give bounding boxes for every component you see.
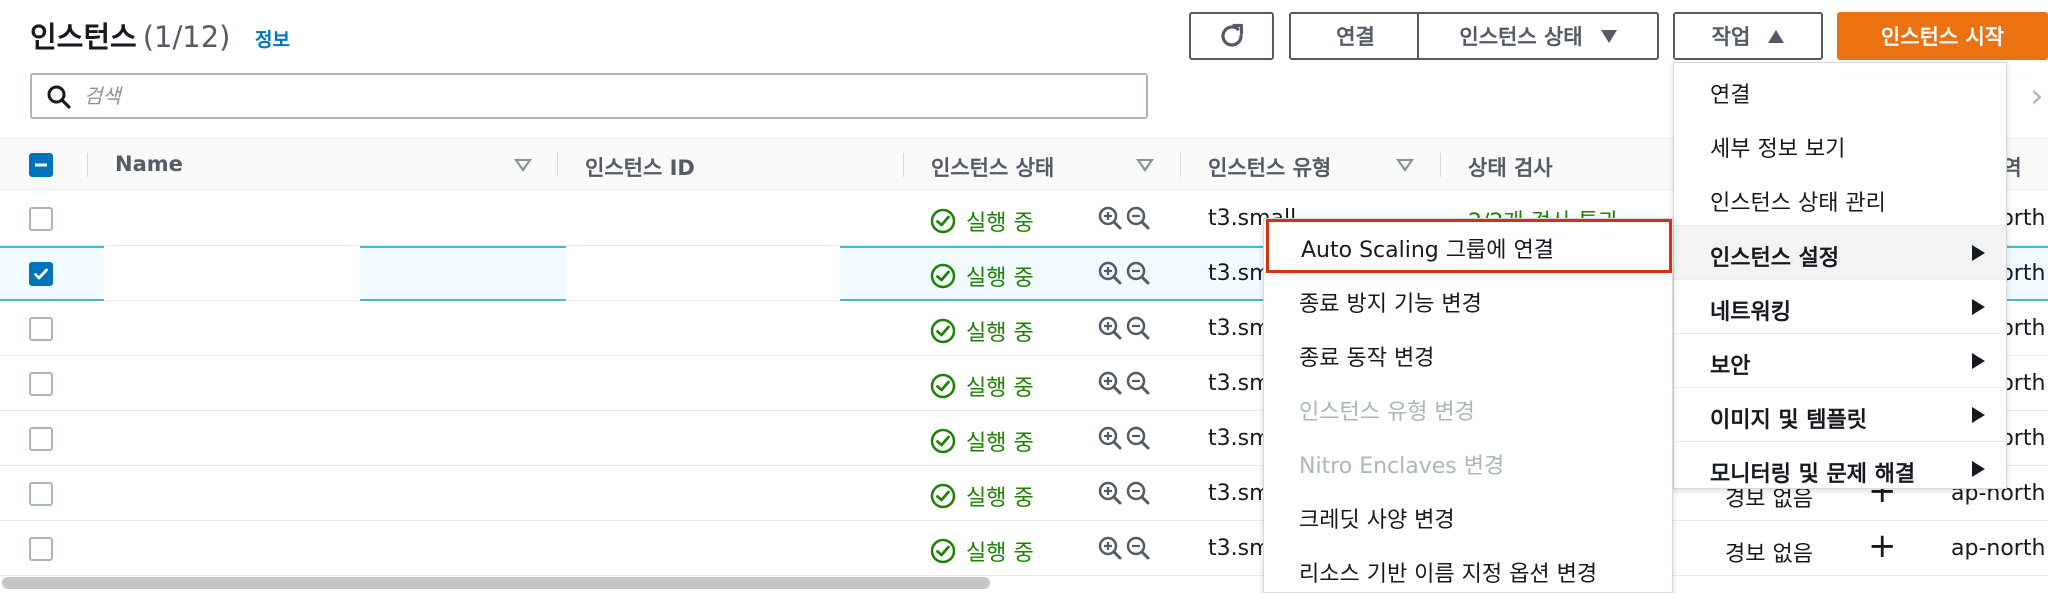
scrollbar-thumb[interactable] bbox=[2, 577, 990, 589]
instance-type: t3.sm bbox=[1208, 371, 1271, 396]
submenu-arrow-icon bbox=[1972, 353, 1985, 369]
check-circle-icon bbox=[930, 373, 956, 399]
menu-item-monitoring[interactable]: 모니터링 및 문제 해결 bbox=[1674, 441, 2006, 495]
horizontal-scrollbar[interactable] bbox=[0, 573, 2048, 593]
page-title: 인스턴스 (1/12) bbox=[30, 20, 231, 54]
zoom-in-icon[interactable] bbox=[1097, 480, 1123, 506]
submenu-arrow-icon bbox=[1972, 245, 1985, 261]
instance-region: ap-north bbox=[1951, 536, 2046, 561]
caret-up-icon bbox=[1768, 29, 1785, 43]
submenu-item-termination-protection[interactable]: 종료 방지 기능 변경 bbox=[1264, 273, 1672, 327]
launch-instance-button[interactable]: 인스턴스 시작 bbox=[1837, 12, 2048, 60]
info-link[interactable]: 정보 bbox=[255, 25, 290, 52]
zoom-out-icon[interactable] bbox=[1125, 205, 1151, 231]
minus-icon bbox=[35, 163, 47, 167]
submenu-arrow-icon bbox=[1972, 299, 1985, 315]
menu-item-connect[interactable]: 연결 bbox=[1674, 63, 2006, 117]
zoom-in-icon[interactable] bbox=[1097, 315, 1123, 341]
sort-icon[interactable] bbox=[1396, 159, 1414, 172]
menu-item-manage-state[interactable]: 인스턴스 상태 관리 bbox=[1674, 171, 2006, 225]
instance-state-button[interactable]: 인스턴스 상태 bbox=[1417, 12, 1659, 60]
row-checkbox[interactable] bbox=[29, 207, 53, 231]
check-icon bbox=[34, 268, 48, 280]
submenu-item-change-instance-type: 인스턴스 유형 변경 bbox=[1299, 400, 1475, 425]
alarm-status: 경보 없음 bbox=[1725, 542, 1813, 567]
menu-item-instance-settings[interactable]: 인스턴스 설정 bbox=[1674, 225, 2006, 279]
instance-settings-submenu: Auto Scaling 그룹에 연결 종료 방지 기능 변경 종료 동작 변경… bbox=[1263, 218, 1673, 593]
actions-menu: 연결 세부 정보 보기 인스턴스 상태 관리 인스턴스 설정 네트워킹 보안 이… bbox=[1673, 62, 2007, 489]
instance-state: 실행 중 bbox=[930, 480, 1034, 512]
column-instance-state[interactable]: 인스턴스 상태 bbox=[931, 152, 1054, 182]
zoom-in-icon[interactable] bbox=[1097, 205, 1123, 231]
column-name[interactable]: Name bbox=[115, 152, 183, 176]
search-input[interactable] bbox=[84, 81, 1124, 111]
row-checkbox[interactable] bbox=[29, 262, 53, 286]
submenu-item-attach-asg[interactable]: Auto Scaling 그룹에 연결 bbox=[1266, 219, 1672, 273]
select-all-checkbox[interactable] bbox=[29, 153, 53, 177]
column-instance-id[interactable]: 인스턴스 ID bbox=[585, 152, 695, 182]
selection-count: (1/12) bbox=[142, 20, 231, 54]
sort-icon[interactable] bbox=[1136, 159, 1154, 172]
search-icon bbox=[47, 85, 71, 109]
zoom-in-icon[interactable] bbox=[1097, 535, 1123, 561]
connect-button[interactable]: 연결 bbox=[1289, 12, 1422, 60]
zoom-out-icon[interactable] bbox=[1125, 480, 1151, 506]
menu-item-view-details[interactable]: 세부 정보 보기 bbox=[1674, 117, 2006, 171]
submenu-item-nitro-enclaves: Nitro Enclaves 변경 bbox=[1299, 454, 1505, 479]
menu-item-networking[interactable]: 네트워킹 bbox=[1674, 279, 2006, 333]
menu-item-security[interactable]: 보안 bbox=[1674, 333, 2006, 387]
row-checkbox[interactable] bbox=[29, 427, 53, 451]
instance-type: t3.sm bbox=[1208, 536, 1271, 561]
zoom-in-icon[interactable] bbox=[1097, 425, 1123, 451]
column-status-check[interactable]: 상태 검사 bbox=[1468, 152, 1553, 182]
search-box[interactable] bbox=[30, 73, 1148, 119]
menu-item-images-templates[interactable]: 이미지 및 템플릿 bbox=[1674, 387, 2006, 441]
zoom-out-icon[interactable] bbox=[1125, 535, 1151, 561]
refresh-button[interactable] bbox=[1189, 12, 1274, 60]
submenu-arrow-icon bbox=[1972, 407, 1985, 423]
row-checkbox[interactable] bbox=[29, 537, 53, 561]
check-circle-icon bbox=[930, 208, 956, 234]
refresh-icon bbox=[1220, 23, 1243, 47]
instance-state: 실행 중 bbox=[930, 535, 1034, 567]
sort-icon[interactable] bbox=[514, 159, 532, 172]
instance-state: 실행 중 bbox=[930, 370, 1034, 402]
submenu-arrow-icon bbox=[1972, 461, 1985, 477]
row-checkbox[interactable] bbox=[29, 317, 53, 341]
submenu-item-shutdown-behavior[interactable]: 종료 동작 변경 bbox=[1264, 327, 1672, 381]
instance-state: 실행 중 bbox=[930, 260, 1034, 292]
caret-down-icon bbox=[1600, 29, 1617, 43]
instance-type: t3.sm bbox=[1208, 481, 1271, 506]
instance-state: 실행 중 bbox=[930, 315, 1034, 347]
zoom-out-icon[interactable] bbox=[1125, 260, 1151, 286]
zoom-out-icon[interactable] bbox=[1125, 425, 1151, 451]
check-circle-icon bbox=[930, 538, 956, 564]
check-circle-icon bbox=[930, 263, 956, 289]
table-row[interactable]: 실행 중 t3.sm 경보 없음 + ap-north bbox=[0, 521, 2048, 576]
status-check-value: 2/2개 검사 통과 bbox=[1468, 204, 1619, 218]
next-page-icon[interactable]: › bbox=[2030, 76, 2044, 116]
instance-type: t3.sm bbox=[1208, 426, 1271, 451]
instance-state: 실행 중 bbox=[930, 425, 1034, 457]
column-instance-type[interactable]: 인스턴스 유형 bbox=[1208, 152, 1331, 182]
zoom-in-icon[interactable] bbox=[1097, 370, 1123, 396]
submenu-item-credit-specification[interactable]: 크레딧 사양 변경 bbox=[1264, 489, 1672, 543]
instance-type: t3.sm bbox=[1208, 261, 1271, 286]
zoom-out-icon[interactable] bbox=[1125, 315, 1151, 341]
check-circle-icon bbox=[930, 428, 956, 454]
instance-type: t3.sm bbox=[1208, 316, 1271, 341]
add-alarm-icon[interactable]: + bbox=[1868, 529, 1897, 563]
row-checkbox[interactable] bbox=[29, 372, 53, 396]
actions-button[interactable]: 작업 bbox=[1673, 12, 1823, 60]
check-circle-icon bbox=[930, 318, 956, 344]
check-circle-icon bbox=[930, 483, 956, 509]
instance-state: 실행 중 bbox=[930, 205, 1034, 237]
zoom-in-icon[interactable] bbox=[1097, 260, 1123, 286]
submenu-item-resource-name-options[interactable]: 리소스 기반 이름 지정 옵션 변경 bbox=[1264, 543, 1672, 593]
row-checkbox[interactable] bbox=[29, 482, 53, 506]
zoom-out-icon[interactable] bbox=[1125, 370, 1151, 396]
